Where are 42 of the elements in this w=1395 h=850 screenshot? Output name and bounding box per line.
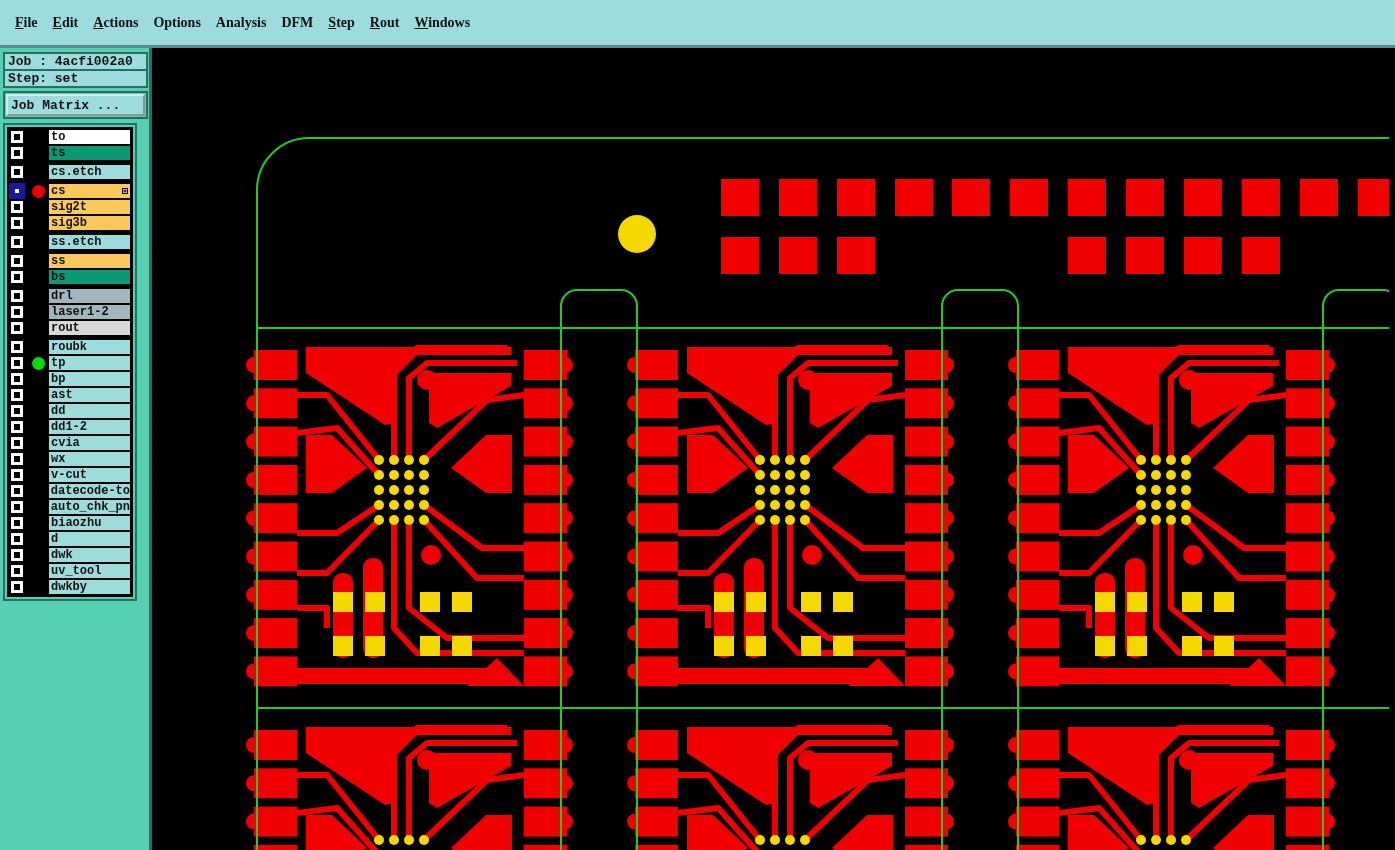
layer-name[interactable]: ts (48, 145, 131, 161)
menu-item[interactable]: File (14, 14, 46, 31)
menu-item[interactable]: Windows (413, 14, 479, 31)
layer-name[interactable]: dwk (48, 547, 131, 563)
layer-name[interactable]: wx (48, 451, 131, 467)
layer-name[interactable]: uv_tool (48, 563, 131, 579)
expand-icon[interactable] (122, 188, 128, 194)
menu-item[interactable]: Actions (92, 14, 147, 31)
layer-name[interactable]: dwkby (48, 579, 131, 595)
layer-name[interactable]: tp (48, 355, 131, 371)
layer-name[interactable]: datecode-to (47, 483, 131, 499)
layer-name[interactable]: rout (48, 320, 131, 336)
layer-name[interactable]: laser1-2 (48, 304, 131, 320)
menu-item[interactable]: DFM (280, 14, 322, 31)
menu-item[interactable]: Options (152, 14, 209, 31)
layer-name[interactable]: cs.etch (48, 164, 131, 180)
menu-item[interactable]: Analysis (214, 14, 275, 31)
layer-name[interactable]: cs (48, 183, 131, 199)
step-label: Step: set (3, 71, 148, 88)
layer-name[interactable]: dd (48, 403, 131, 419)
layer-name[interactable]: ss (48, 253, 131, 269)
menu-item[interactable]: Rout (368, 14, 408, 31)
layer-name[interactable]: dd1-2 (48, 419, 131, 435)
menu-item[interactable]: Step (327, 14, 363, 31)
layer-name[interactable]: d (48, 531, 131, 547)
layer-name[interactable]: bs (48, 269, 131, 285)
layer-name[interactable]: cvia (48, 435, 131, 451)
job-label: Job : 4acfi002a0 (3, 52, 148, 71)
layer-name[interactable]: sig2t (48, 199, 131, 215)
layer-name[interactable]: auto_chk_pn (47, 499, 131, 515)
menu-item[interactable]: Edit (51, 14, 87, 31)
layer-name[interactable]: roubk (48, 339, 131, 355)
layer-name[interactable]: drl (48, 288, 131, 304)
layer-name[interactable]: sig3b (48, 215, 131, 231)
layer-name[interactable]: ss.etch (48, 234, 131, 250)
layer-name[interactable]: biaozhu (48, 515, 131, 531)
job-matrix-button[interactable]: Job Matrix ... (6, 94, 145, 116)
layer-name[interactable]: to (48, 129, 131, 145)
layer-name[interactable]: bp (48, 371, 131, 387)
layer-name[interactable]: ast (48, 387, 131, 403)
layer-name[interactable]: v-cut (48, 467, 131, 483)
layer-checkbox[interactable] (13, 187, 21, 195)
